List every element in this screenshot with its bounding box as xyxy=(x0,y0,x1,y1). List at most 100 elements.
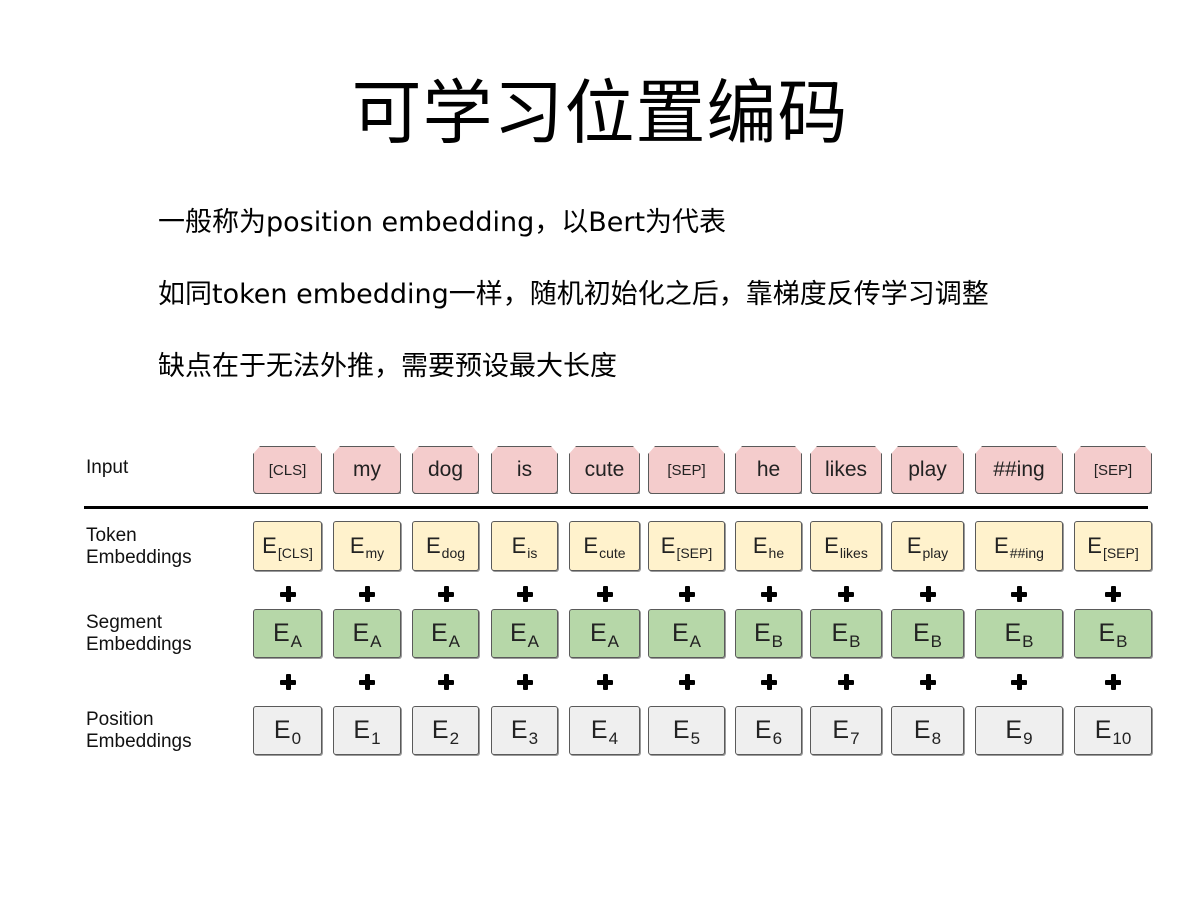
embedding-symbol: E xyxy=(660,533,676,558)
plus-icon xyxy=(278,672,298,692)
plus-icon xyxy=(436,672,456,692)
embedding-subscript: 10 xyxy=(1112,728,1132,748)
input-token-box: my xyxy=(333,446,401,494)
row-label-text: Position xyxy=(86,709,154,730)
embedding-symbol: E xyxy=(831,619,849,647)
plus-icon xyxy=(357,672,377,692)
input-token-box: likes xyxy=(810,446,882,494)
row-label-text: Input xyxy=(86,457,129,478)
embedding-symbol: E xyxy=(671,619,689,647)
embedding-subscript: A xyxy=(448,631,461,651)
segment-embedding-box: EA xyxy=(253,609,322,658)
embedding-subscript: he xyxy=(768,545,785,561)
embedding-subscript: 4 xyxy=(608,728,619,748)
plus-icon xyxy=(357,584,377,604)
embedding-subscript: A xyxy=(370,631,382,651)
embedding-subscript: my xyxy=(365,545,385,561)
embedding-symbol: E xyxy=(262,533,277,558)
position-embedding-box: E0 xyxy=(253,706,322,755)
embedding-subscript: 2 xyxy=(449,728,460,748)
segment-embedding-box: EA xyxy=(491,609,558,658)
embedding-symbol: E xyxy=(1094,716,1112,744)
embedding-subscript: 7 xyxy=(850,728,860,748)
embedding-symbol: E xyxy=(352,619,370,647)
embedding-symbol: E xyxy=(832,716,850,744)
input-token-box: play xyxy=(891,446,964,494)
embedding-subscript: dog xyxy=(441,545,466,561)
embedding-subscript: cute xyxy=(599,545,626,561)
plus-icon xyxy=(677,584,697,604)
embedding-subscript: 8 xyxy=(931,728,942,748)
input-token-box: [CLS] xyxy=(253,446,322,494)
row-label-text: Embeddings xyxy=(86,547,192,568)
embedding-subscript: A xyxy=(689,631,702,651)
embedding-symbol: E xyxy=(1098,619,1116,647)
input-token-box: [SEP] xyxy=(1074,446,1152,494)
position-embedding-box: E6 xyxy=(735,706,802,755)
token-embedding-box: E ##ing xyxy=(975,521,1063,571)
embedding-subscript: ##ing xyxy=(1009,545,1044,561)
plus-icon xyxy=(759,584,779,604)
embedding-symbol: E xyxy=(583,533,599,558)
embedding-symbol: E xyxy=(353,716,371,744)
token-embedding-box: Edog xyxy=(412,521,479,571)
plus-icon xyxy=(278,584,298,604)
plus-icon xyxy=(677,672,697,692)
embedding-subscript: 5 xyxy=(690,728,701,748)
embedding-symbol: E xyxy=(590,716,608,744)
token-embedding-box: Ecute xyxy=(569,521,640,571)
input-token-box: ##ing xyxy=(975,446,1063,494)
embedding-symbol: E xyxy=(273,716,291,744)
embedding-subscript: A xyxy=(290,631,303,651)
embedding-subscript: B xyxy=(1022,631,1034,651)
embedding-symbol: E xyxy=(430,619,448,647)
embedding-symbol: E xyxy=(752,533,768,558)
embedding-subscript: [SEP] xyxy=(1102,545,1139,561)
segment-embedding-box: EA xyxy=(569,609,640,658)
position-embedding-box: E1 xyxy=(333,706,401,755)
segment-embedding-box: EB xyxy=(810,609,882,658)
embedding-subscript: likes xyxy=(839,545,868,561)
plus-icon xyxy=(759,672,779,692)
embedding-subscript: 1 xyxy=(371,728,381,748)
plus-icon xyxy=(918,584,938,604)
plus-icon xyxy=(436,584,456,604)
token-embedding-box: E [CLS] xyxy=(253,521,322,571)
plus-icon xyxy=(515,672,535,692)
embedding-symbol: E xyxy=(994,533,1009,558)
divider-line xyxy=(84,506,1148,509)
plus-icon xyxy=(836,584,856,604)
position-embedding-box: E8 xyxy=(891,706,964,755)
embedding-symbol: E xyxy=(753,619,771,647)
row-label-text: Embeddings xyxy=(86,731,192,752)
position-embedding-box: E5 xyxy=(648,706,725,755)
embedding-subscript: A xyxy=(527,631,540,651)
plus-icon xyxy=(1009,672,1029,692)
plus-icon xyxy=(1103,672,1123,692)
position-embedding-box: E2 xyxy=(412,706,479,755)
segment-embedding-box: EA xyxy=(333,609,401,658)
input-token-box: [SEP] xyxy=(648,446,725,494)
row-label-input: Input xyxy=(86,457,128,479)
embedding-symbol: E xyxy=(672,716,690,744)
embedding-subscript: 6 xyxy=(772,728,783,748)
embedding-subscript: B xyxy=(1116,631,1128,651)
token-embedding-box: Elikes xyxy=(810,521,882,571)
embedding-subscript: B xyxy=(849,631,861,651)
row-label-segment: Segment Embeddings xyxy=(86,612,192,656)
plus-icon xyxy=(1009,584,1029,604)
position-embedding-box: E7 xyxy=(810,706,882,755)
embedding-symbol: E xyxy=(913,716,931,744)
embedding-subscript: is xyxy=(527,545,538,561)
segment-embedding-box: EB xyxy=(735,609,802,658)
segment-embedding-box: EB xyxy=(1074,609,1152,658)
embedding-symbol: E xyxy=(431,716,449,744)
embedding-subscript: A xyxy=(607,631,620,651)
embedding-subscript: [CLS] xyxy=(277,545,313,561)
embedding-symbol: E xyxy=(754,716,772,744)
embedding-subscript: 9 xyxy=(1023,728,1033,748)
embedding-symbol: E xyxy=(912,619,930,647)
embedding-symbol: E xyxy=(589,619,607,647)
embedding-symbol: E xyxy=(349,533,365,558)
embedding-symbol: E xyxy=(511,533,527,558)
